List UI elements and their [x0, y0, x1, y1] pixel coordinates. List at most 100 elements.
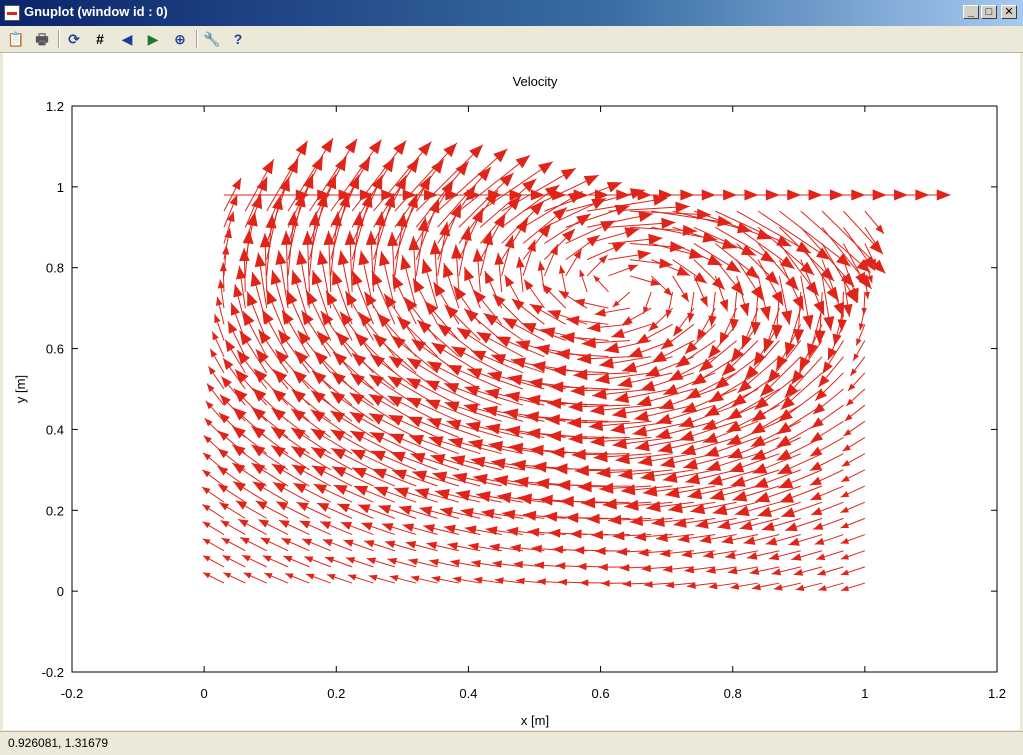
zoom-fit-icon: ⊕ [174, 31, 186, 47]
vector-arrowhead [369, 413, 384, 424]
x-tick-label: 0.8 [724, 686, 742, 701]
vector-arrowhead [350, 373, 365, 386]
vector-arrowhead [231, 303, 240, 316]
vector-arrowhead [567, 417, 581, 428]
vector-arrowhead [796, 585, 805, 591]
vector-arrowhead [255, 252, 266, 267]
print-button[interactable]: 🖶 [32, 29, 52, 49]
vector-arrowhead [513, 561, 523, 568]
vector-arrowhead [437, 324, 452, 337]
vector-arrowhead [306, 290, 317, 305]
maximize-button[interactable]: □ [981, 5, 997, 19]
y-tick-label: 0.2 [46, 503, 64, 518]
vector-arrowhead [257, 177, 268, 192]
vector-arrowhead [589, 420, 603, 431]
vector-arrowhead [388, 376, 403, 388]
close-button[interactable]: ✕ [1001, 5, 1017, 19]
vector-arrowhead [251, 272, 262, 287]
velocity-chart[interactable]: -0.200.20.40.60.811.2-0.200.20.40.60.811… [3, 53, 1020, 730]
vector-arrowhead [301, 310, 313, 325]
zoom-prev-button[interactable]: ◀ [117, 29, 137, 49]
vector-arrowhead [802, 315, 813, 330]
vector-arrowhead [473, 290, 486, 304]
vector-arrowhead [251, 426, 265, 439]
vector-arrowhead [720, 299, 729, 311]
vector-arrowhead [203, 539, 211, 545]
x-tick-label: 0 [201, 686, 208, 701]
vector-arrowhead [430, 240, 441, 254]
vector-arrowhead [754, 397, 768, 410]
vector-arrowhead [272, 389, 286, 402]
vector-arrowhead [634, 411, 649, 422]
vector-arrowhead [694, 272, 707, 283]
vector-arrowhead [408, 558, 418, 565]
vector-arrowhead [313, 484, 327, 494]
vector-arrowhead [253, 482, 266, 492]
vector-arrowhead [296, 141, 308, 156]
vector-arrowhead [511, 357, 526, 368]
vector-arrowhead [566, 316, 579, 326]
vector-arrowhead [788, 538, 799, 546]
minimize-button[interactable]: _ [963, 5, 979, 19]
vector-arrowhead [668, 502, 683, 513]
vector-arrowhead [525, 411, 539, 422]
vector-arrowhead [842, 444, 850, 451]
vector-arrowhead [496, 337, 511, 348]
vector-arrowhead [512, 299, 525, 311]
vector-arrowhead [818, 375, 829, 387]
vector-arrowhead [232, 445, 245, 457]
vector-arrowhead [595, 547, 605, 555]
vector-arrowhead [275, 250, 286, 265]
vector-arrowhead [229, 195, 237, 206]
vector-arrowhead [811, 432, 823, 442]
vector-arrowhead [613, 531, 625, 540]
vector-arrowhead [326, 291, 337, 306]
vector-arrowhead [763, 338, 774, 353]
options-button[interactable]: 🔧 [202, 29, 222, 49]
replot-button[interactable]: ⟳ [64, 29, 84, 49]
vector-arrowhead [243, 230, 254, 244]
vector-arrowhead [679, 416, 694, 426]
grid-button[interactable]: # [90, 29, 110, 49]
help-button[interactable]: ? [228, 29, 248, 49]
vector-arrowhead [460, 508, 473, 518]
vector-arrowhead [553, 545, 564, 553]
vector-arrowhead [587, 322, 600, 332]
vector-arrowhead [720, 332, 730, 345]
vector-arrowhead [338, 250, 349, 265]
grid-icon: # [96, 31, 104, 47]
vector-arrowhead [559, 291, 570, 300]
vector-arrowhead [553, 463, 567, 474]
vector-arrowhead [258, 329, 271, 344]
vector-arrowhead [320, 521, 331, 529]
vector-arrowhead [769, 553, 780, 561]
zoom-next-button[interactable]: ▶ [143, 29, 163, 49]
vector-arrowhead [811, 507, 822, 515]
vector-arrowhead [560, 496, 574, 507]
vector-arrowhead [261, 538, 271, 545]
vector-arrowhead [219, 502, 229, 510]
vector-arrowhead [656, 428, 671, 439]
vector-arrowhead [235, 369, 248, 383]
autoscale-button[interactable]: ⊕ [170, 29, 190, 49]
vector-arrowhead [223, 573, 231, 579]
vector-arrowhead [325, 557, 334, 564]
vector-arrowhead [604, 342, 619, 353]
vector-arrowhead [574, 299, 585, 307]
vector-arrowhead [272, 464, 286, 475]
printer-icon: 🖶 [35, 31, 48, 47]
vector-arrowhead [581, 497, 595, 508]
vector-arrowhead [203, 556, 211, 562]
vector-arrowhead [570, 529, 582, 538]
vector-arrowhead [453, 473, 468, 484]
vector-arrowhead [389, 356, 404, 368]
vector-arrowhead [352, 271, 362, 286]
vector-arrowhead [810, 462, 822, 471]
plot-area[interactable]: -0.200.20.40.60.811.2-0.200.20.40.60.811… [3, 53, 1020, 730]
vector-arrowhead [417, 320, 431, 333]
vector-arrowhead [222, 555, 230, 561]
vector-arrowhead [599, 358, 614, 369]
copy-clipboard-button[interactable]: 📋 [6, 29, 26, 49]
vector-arrowhead [767, 369, 780, 383]
vector-arrowhead [574, 546, 584, 554]
